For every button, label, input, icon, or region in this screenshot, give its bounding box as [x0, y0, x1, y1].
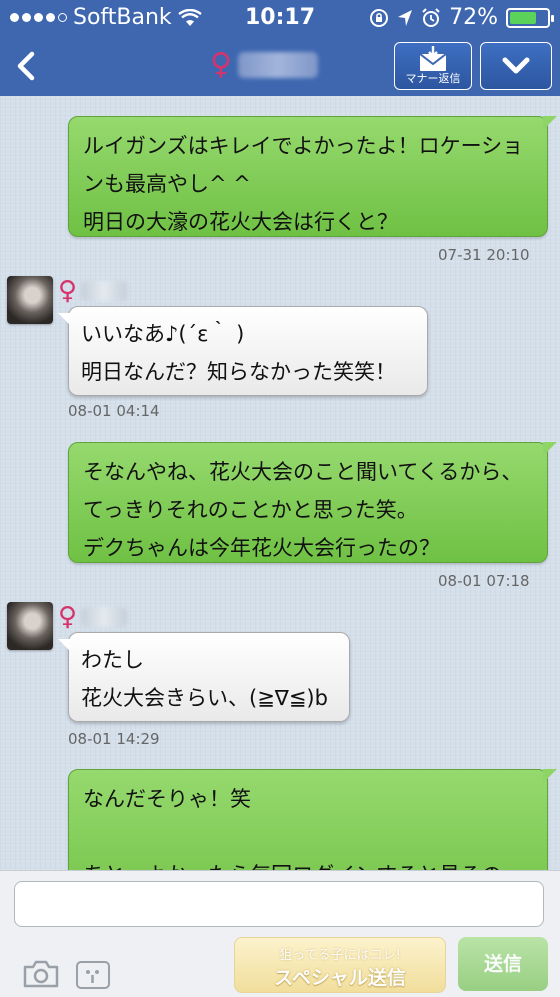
partner-name-blurred — [237, 52, 318, 78]
special-send-label: スペシャル送信 — [274, 967, 406, 989]
chevron-down-icon — [502, 57, 530, 74]
back-button[interactable] — [8, 44, 48, 88]
special-send-sublabel: 狙ってる子にはコレ! — [279, 948, 401, 963]
message-timestamp: 08-01 14:29 — [68, 730, 160, 748]
female-symbol: ♀ — [58, 276, 78, 306]
menu-dropdown-button[interactable] — [480, 42, 552, 90]
rotation-lock-icon — [370, 8, 389, 27]
battery-percent: 72% — [449, 5, 498, 30]
female-symbol: ♀ — [210, 47, 232, 82]
camera-icon[interactable] — [22, 959, 60, 989]
battery-level — [510, 11, 536, 24]
message-input[interactable] — [14, 881, 544, 927]
nav-bar: ♀ マナー返信 — [0, 36, 560, 96]
chevron-left-icon — [17, 51, 35, 81]
female-symbol: ♀ — [58, 602, 78, 632]
outgoing-message: ルイガンズはキレイでよかったよ！ロケーションも最高やし^ ^ 明日の大濠の花火大… — [68, 116, 557, 237]
message-timestamp: 08-01 07:18 — [438, 572, 530, 590]
sender-name: ♀ — [58, 276, 128, 306]
alarm-icon — [422, 7, 440, 27]
message-timestamp: 08-01 04:14 — [68, 402, 160, 420]
chat-area[interactable]: ルイガンズはキレイでよかったよ！ロケーションも最高やし^ ^ 明日の大濠の花火大… — [0, 96, 560, 870]
incoming-message: わたし 花火大会きらい、(≧∇≦)b — [58, 632, 350, 722]
special-send-button[interactable]: 狙ってる子にはコレ! スペシャル送信 — [234, 937, 446, 993]
sticker-icon — [86, 970, 99, 983]
location-icon — [398, 9, 413, 26]
battery-icon — [506, 7, 554, 28]
manner-reply-label: マナー返信 — [405, 72, 461, 85]
input-bar: 狙ってる子にはコレ! スペシャル送信 送信 — [0, 870, 560, 997]
send-button[interactable]: 送信 — [458, 937, 548, 991]
outgoing-message: なんだそりゃ！笑 あと、よかったら毎回ログインすると見るの — [68, 769, 557, 870]
status-bar: SoftBank 10:17 72% — [0, 0, 560, 36]
outgoing-message: そなんやね、花火大会のこと聞いてくるから、てっきりそれのことかと思った笑。 デク… — [68, 442, 557, 563]
sender-name: ♀ — [58, 602, 128, 632]
message-timestamp: 07-31 20:10 — [438, 246, 530, 264]
partner-title: ♀ — [210, 50, 318, 80]
sticker-button[interactable] — [76, 961, 110, 989]
avatar[interactable] — [7, 602, 53, 650]
sender-name-blurred — [81, 607, 128, 627]
manner-reply-button[interactable]: マナー返信 — [394, 42, 472, 90]
avatar[interactable] — [7, 276, 53, 324]
incoming-message: いいなあ♪(´ε｀ ) 明日なんだ？知らなかった笑笑！ — [58, 306, 428, 396]
sender-name-blurred — [81, 281, 128, 301]
